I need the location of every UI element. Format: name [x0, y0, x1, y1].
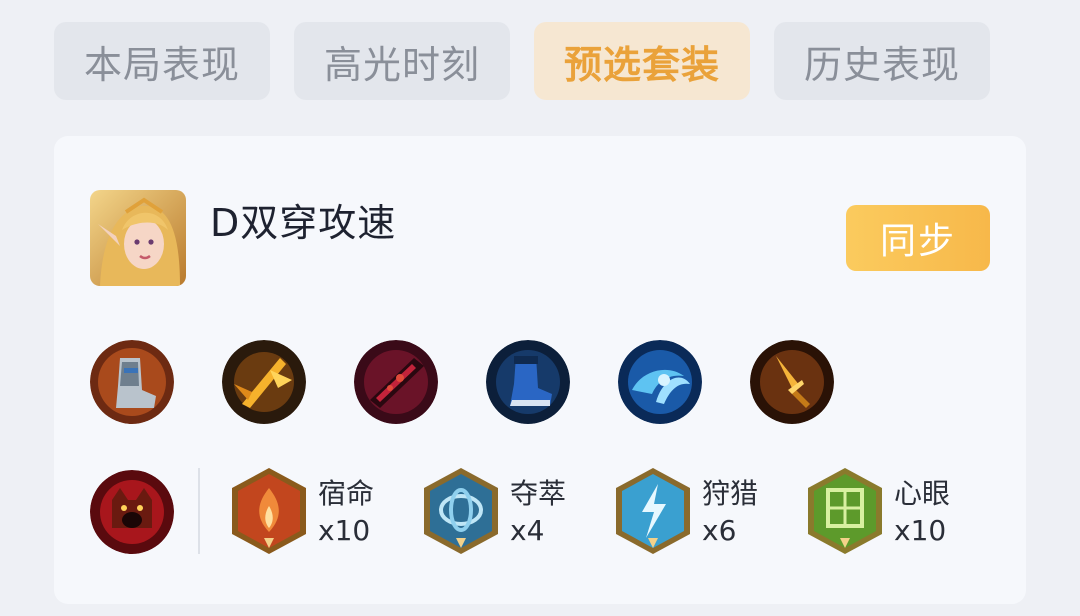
- red-beast-skill-icon[interactable]: [90, 470, 174, 554]
- rune-item[interactable]: 心眼 x10: [806, 466, 976, 556]
- preset-set-card: D双穿攻速 同步 宿命 x10 夺萃 x4 狩猎 x6 心眼 x10: [54, 136, 1026, 604]
- rune-count: x10: [894, 514, 947, 547]
- rune-name: 狩猎: [702, 477, 759, 510]
- flame-rune-icon: [230, 466, 308, 556]
- rune-count: x10: [318, 514, 371, 547]
- sync-button[interactable]: 同步: [846, 205, 990, 271]
- set-title: D双穿攻速: [210, 201, 397, 245]
- golden-blade-icon[interactable]: [222, 340, 306, 424]
- golden-dagger-icon[interactable]: [750, 340, 834, 424]
- tab-history-performance[interactable]: 历史表现: [774, 22, 990, 100]
- rune-item[interactable]: 宿命 x10: [230, 466, 400, 556]
- rune-name: 宿命: [318, 477, 375, 510]
- rune-count: x6: [702, 514, 737, 547]
- tab-preset-set[interactable]: 预选套装: [534, 22, 750, 100]
- armored-boots-icon[interactable]: [90, 340, 174, 424]
- rune-count: x4: [510, 514, 545, 547]
- water-orb-icon[interactable]: [618, 340, 702, 424]
- rune-item[interactable]: 夺萃 x4: [422, 466, 592, 556]
- divider: [198, 468, 200, 554]
- preset-set-page: 本局表现 高光时刻 预选套装 历史表现 D双穿攻速 同步 宿命 x10 夺萃 x…: [0, 0, 1080, 616]
- knot-rune-icon: [422, 466, 500, 556]
- blue-boots-icon[interactable]: [486, 340, 570, 424]
- tab-match-performance[interactable]: 本局表现: [54, 22, 270, 100]
- rune-name: 心眼: [894, 477, 951, 510]
- rune-name: 夺萃: [510, 477, 567, 510]
- lightning-rune-icon: [614, 466, 692, 556]
- hero-avatar[interactable]: [90, 190, 186, 286]
- eye-rune-icon: [806, 466, 884, 556]
- tab-highlights[interactable]: 高光时刻: [294, 22, 510, 100]
- rune-item[interactable]: 狩猎 x6: [614, 466, 784, 556]
- crimson-blade-icon[interactable]: [354, 340, 438, 424]
